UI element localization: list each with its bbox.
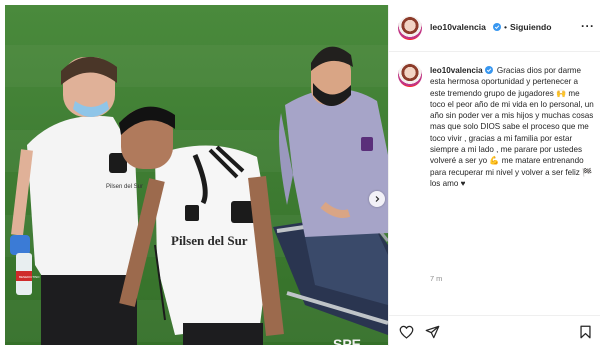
send-icon[interactable] (425, 325, 440, 344)
post-actions (389, 315, 600, 346)
post-timestamp[interactable]: 7 m (430, 274, 442, 283)
heart-icon[interactable] (399, 325, 414, 344)
verified-badge-icon (493, 23, 501, 31)
svg-text:BENEDICTINO: BENEDICTINO (19, 275, 40, 279)
chevron-right-icon (375, 196, 380, 202)
bookmark-icon[interactable] (579, 325, 592, 344)
post-sidebar: leo10valencia • Siguiendo ··· leo10valen… (388, 5, 600, 346)
more-options-icon[interactable]: ··· (581, 19, 595, 33)
verified-badge-icon (484, 66, 493, 74)
avatar[interactable] (398, 16, 422, 40)
caption-text: los amo ♥ (430, 178, 466, 188)
header-username[interactable]: leo10valencia (430, 22, 486, 32)
caption-emoji: 🏁 (582, 167, 593, 177)
player: Pilsen del Sur (119, 106, 284, 345)
caption-text: me toco el peor año de mi vida en lo per… (430, 88, 594, 166)
svg-text:Pilsen del Sur: Pilsen del Sur (106, 184, 143, 190)
avatar[interactable] (398, 63, 422, 87)
caption-emoji: 💪 (489, 156, 500, 166)
post-caption: leo10valencia Gracias dios por darme est… (430, 65, 595, 189)
post-header: leo10valencia • Siguiendo ··· (389, 5, 600, 52)
sponsor-board: SPE (333, 336, 361, 345)
instagram-post: BENEDICTINO Pilsen del Sur Pilsen del Su… (0, 0, 600, 346)
photo-scene: BENEDICTINO Pilsen del Sur Pilsen del Su… (10, 46, 388, 345)
paramedic (279, 46, 388, 237)
following-button[interactable]: Siguiendo (510, 22, 552, 32)
next-photo-button[interactable] (369, 191, 385, 207)
caption-area: leo10valencia Gracias dios por darme est… (389, 53, 600, 305)
post-photo[interactable]: BENEDICTINO Pilsen del Sur Pilsen del Su… (5, 5, 388, 345)
caption-emoji: 🙌 (556, 88, 567, 98)
separator: • (504, 22, 508, 32)
svg-text:Pilsen del Sur: Pilsen del Sur (171, 233, 248, 248)
caption-username[interactable]: leo10valencia (430, 66, 483, 75)
